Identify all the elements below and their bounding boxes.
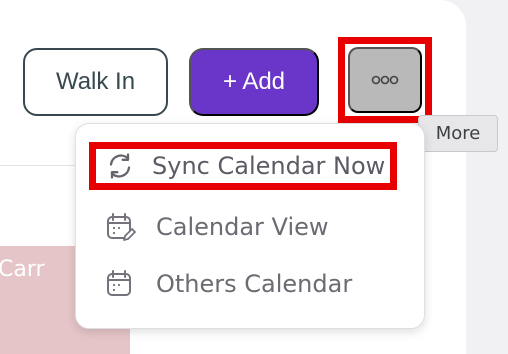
menu-item-label: Calendar View [156, 213, 329, 241]
app-stage: Carr Walk In + Add More Sync Calendar No… [0, 0, 508, 354]
walk-in-button[interactable]: Walk In [23, 48, 168, 116]
menu-item-others-calendar[interactable]: Others Calendar [102, 261, 352, 307]
menu-item-label: Others Calendar [156, 270, 353, 298]
calendar-icon [102, 266, 138, 302]
refresh-icon [102, 148, 138, 184]
header-divider [0, 165, 78, 166]
more-dropdown-menu: Sync Calendar Now Calendar View Others C… [75, 123, 425, 329]
menu-item-label: Sync Calendar Now [152, 152, 386, 180]
menu-item-sync-calendar-now[interactable]: Sync Calendar Now [89, 142, 397, 190]
ellipsis-icon [371, 75, 399, 85]
menu-item-calendar-view[interactable]: Calendar View [102, 204, 329, 250]
calendar-event-label: Carr [0, 257, 45, 282]
more-button[interactable] [348, 47, 422, 113]
more-tooltip: More [418, 115, 498, 152]
add-button[interactable]: + Add [189, 48, 319, 116]
calendar-edit-icon [102, 209, 138, 245]
